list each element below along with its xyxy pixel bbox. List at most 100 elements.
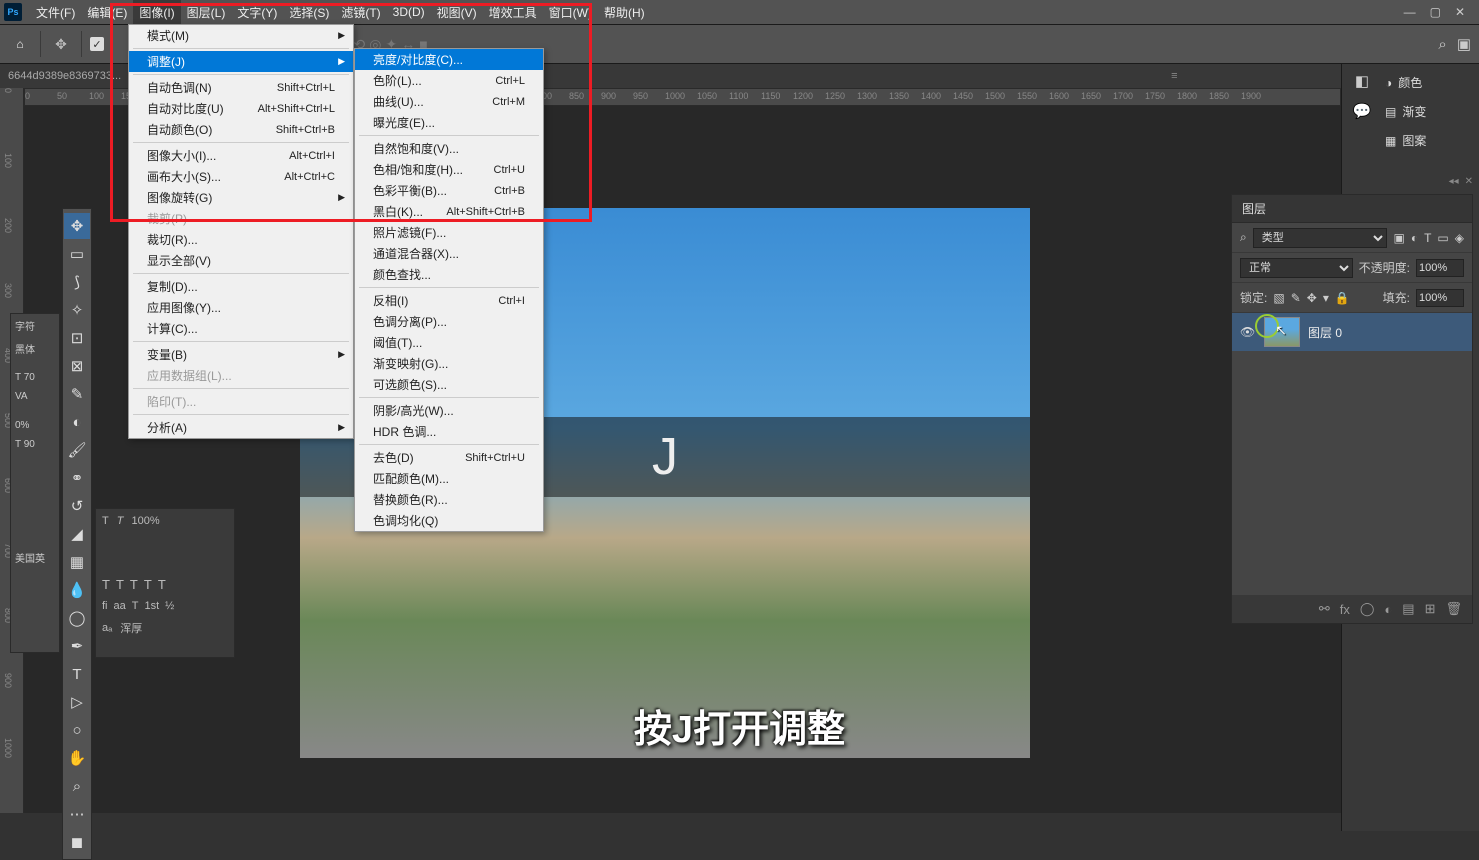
comment-icon[interactable]: 💬 (1351, 100, 1373, 122)
glyph-btn[interactable]: 1st (144, 600, 159, 612)
menu-item[interactable]: 照片滤镜(F)... (355, 222, 543, 243)
blend-mode-select[interactable]: 正常 (1240, 258, 1353, 278)
gradient-tool[interactable]: ▦ (64, 549, 90, 575)
menubar-item-11[interactable]: 帮助(H) (598, 0, 651, 24)
menu-item[interactable]: 调整(J)▶ (129, 51, 353, 72)
eyedropper-tool[interactable]: ✎ (64, 381, 90, 407)
fx-icon[interactable]: fx (1340, 602, 1350, 617)
glyph-pct[interactable]: 100% (131, 515, 159, 527)
filter-shape-icon[interactable]: ▭ (1437, 231, 1448, 245)
path-tool[interactable]: ▷ (64, 689, 90, 715)
menu-item[interactable]: 替换颜色(R)... (355, 489, 543, 510)
filter-adjust-icon[interactable]: ◐ (1411, 231, 1418, 245)
dodge-tool[interactable]: ◯ (64, 605, 90, 631)
close-panel-icon[interactable]: ✕ (1465, 176, 1473, 187)
gradient-panel-tab[interactable]: ▤渐变 (1385, 103, 1473, 120)
char-va[interactable]: VA (15, 391, 55, 402)
glyph-aa[interactable]: aₐ (102, 622, 112, 634)
glyph-btn[interactable]: ½ (165, 600, 174, 612)
menu-item[interactable]: 曲线(U)...Ctrl+M (355, 91, 543, 112)
marquee-tool[interactable]: ▭ (64, 241, 90, 267)
menubar-item-6[interactable]: 滤镜(T) (335, 0, 386, 24)
lock-move-icon[interactable]: ✥ (1307, 291, 1317, 305)
menu-item[interactable]: 曝光度(E)... (355, 112, 543, 133)
lasso-tool[interactable]: ⟆ (64, 269, 90, 295)
menu-item[interactable]: 变量(B)▶ (129, 344, 353, 365)
menu-item[interactable]: 自动颜色(O)Shift+Ctrl+B (129, 119, 353, 140)
layers-header[interactable]: 图层 (1232, 195, 1472, 223)
close-icon[interactable]: ✕ (1455, 5, 1465, 19)
menu-item[interactable]: 颜色查找... (355, 264, 543, 285)
workspace-icon[interactable]: ▣ (1457, 35, 1471, 53)
type-tool[interactable]: T (64, 661, 90, 687)
move-tool[interactable]: ✥ (64, 213, 90, 239)
menu-item[interactable]: 模式(M)▶ (129, 25, 353, 46)
char-angle[interactable]: T 90 (15, 439, 55, 450)
glyph-sharp[interactable]: 浑厚 (120, 620, 142, 636)
glyph-t[interactable]: T (102, 515, 109, 527)
char-font[interactable]: 黑体 (15, 341, 55, 356)
menu-item[interactable]: 复制(D)... (129, 276, 353, 297)
eraser-tool[interactable]: ◢ (64, 521, 90, 547)
menu-item[interactable]: 阈值(T)... (355, 332, 543, 353)
layer-name[interactable]: 图层 0 (1308, 324, 1342, 341)
blur-tool[interactable]: 💧 (64, 577, 90, 603)
visibility-icon[interactable]: 👁 (1240, 325, 1256, 339)
menubar-item-9[interactable]: 增效工具 (483, 0, 543, 24)
crop-tool[interactable]: ⊡ (64, 325, 90, 351)
menu-item[interactable]: 自动色调(N)Shift+Ctrl+L (129, 77, 353, 98)
menu-item[interactable]: 反相(I)Ctrl+I (355, 290, 543, 311)
brush-tool[interactable]: 🖌 (64, 437, 90, 463)
menubar-item-0[interactable]: 文件(F) (30, 0, 81, 24)
link-icon[interactable]: ⚯ (1319, 601, 1330, 617)
menu-item[interactable]: HDR 色调... (355, 421, 543, 442)
menu-item[interactable]: 分析(A)▶ (129, 417, 353, 438)
char-pct[interactable]: 0% (15, 420, 55, 431)
mask-icon[interactable]: ◯ (1360, 601, 1375, 617)
menubar-item-8[interactable]: 视图(V) (431, 0, 483, 24)
glyph-btn[interactable]: T (116, 577, 124, 592)
menu-item[interactable]: 亮度/对比度(C)... (355, 49, 543, 70)
fill-input[interactable] (1416, 289, 1464, 307)
lock-brush-icon[interactable]: ✎ (1291, 291, 1301, 305)
opacity-input[interactable] (1416, 259, 1464, 277)
menubar-item-5[interactable]: 选择(S) (283, 0, 335, 24)
menu-item[interactable]: 色调均化(Q) (355, 510, 543, 531)
menu-item[interactable]: 通道混合器(X)... (355, 243, 543, 264)
menu-item[interactable]: 自动对比度(U)Alt+Shift+Ctrl+L (129, 98, 353, 119)
group-icon[interactable]: ▤ (1402, 601, 1414, 617)
menu-item[interactable]: 匹配颜色(M)... (355, 468, 543, 489)
menu-item[interactable]: 色彩平衡(B)...Ctrl+B (355, 180, 543, 201)
menubar-item-7[interactable]: 3D(D) (387, 0, 431, 24)
zoom-tool[interactable]: ⌕ (64, 773, 90, 799)
maximize-icon[interactable]: ▢ (1430, 5, 1441, 19)
menu-item[interactable]: 计算(C)... (129, 318, 353, 339)
char-lang[interactable]: 美国英 (15, 550, 55, 565)
layer-item[interactable]: 👁 图层 0 (1232, 313, 1472, 351)
menu-item[interactable]: 色相/饱和度(H)...Ctrl+U (355, 159, 543, 180)
delete-icon[interactable]: 🗑 (1445, 601, 1462, 617)
filter-smart-icon[interactable]: ◈ (1455, 231, 1464, 245)
char-size[interactable]: T 70 (15, 372, 55, 383)
pattern-panel-tab[interactable]: ▦图案 (1385, 132, 1473, 149)
menu-item[interactable]: 阴影/高光(W)... (355, 400, 543, 421)
layer-filter-select[interactable]: 类型 (1253, 228, 1388, 248)
menu-item[interactable]: 画布大小(S)...Alt+Ctrl+C (129, 166, 353, 187)
adjustment-icon[interactable]: ◐ (1384, 602, 1392, 617)
menubar-item-10[interactable]: 窗口(W) (543, 0, 598, 24)
history-brush-tool[interactable]: ↺ (64, 493, 90, 519)
glyph-btn[interactable]: T (132, 600, 139, 612)
menu-item[interactable]: 渐变映射(G)... (355, 353, 543, 374)
lock-all-icon[interactable]: 🔒 (1335, 291, 1350, 305)
hand-tool[interactable]: ✋ (64, 745, 90, 771)
menu-item[interactable]: 裁切(R)... (129, 229, 353, 250)
menu-item[interactable]: 图像大小(I)...Alt+Ctrl+I (129, 145, 353, 166)
menu-item[interactable]: 色阶(L)...Ctrl+L (355, 70, 543, 91)
glyph-btn[interactable]: T (130, 577, 138, 592)
search-icon[interactable]: ⌕ (1240, 230, 1247, 245)
more-tools[interactable]: ⋯ (64, 801, 90, 827)
collapse-icon[interactable]: ◂◂ (1449, 176, 1459, 187)
color-swatch[interactable]: ◼ (64, 829, 90, 855)
lock-nest-icon[interactable]: ▾ (1323, 291, 1329, 305)
lock-pixel-icon[interactable]: ▧ (1273, 291, 1284, 305)
